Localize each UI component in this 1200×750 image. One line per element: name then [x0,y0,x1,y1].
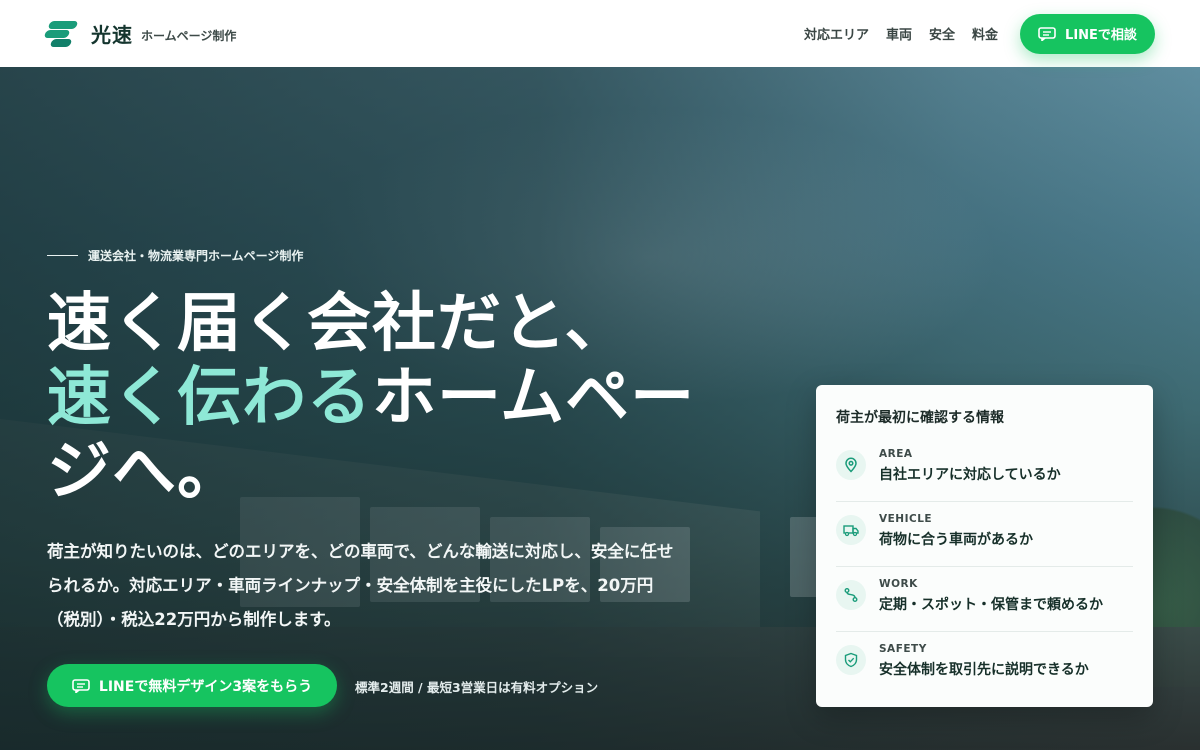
lead-line-3: （税別）・税込22万円から制作します。 [47,610,341,629]
chat-icon [1038,26,1056,41]
card-row-area: AREA 自社エリアに対応しているか [836,437,1133,502]
line-consult-label: LINEで相談 [1065,28,1137,43]
chat-icon [72,678,90,693]
card-title: 荷主が最初に確認する情報 [836,410,1004,426]
map-pin-icon [836,450,866,480]
truck-icon [836,515,866,545]
hero-lead: 荷主が知りたいのは、どのエリアを、どの車両で、どんな輸送に対応し、安全に任せ ら… [47,535,737,637]
row-text: 荷物に合う車両があるか [879,532,1033,548]
free-design-line-button[interactable]: LINEで無料デザイン3案をもらう [47,664,337,707]
main-nav: 対応エリア 車両 安全 料金 LINEで相談 [804,13,1155,54]
route-icon [836,580,866,610]
nav-item-safety[interactable]: 安全 [929,24,955,43]
shipper-checklist-card: 荷主が最初に確認する情報 AREA 自社エリアに対応しているか VEHICLE … [816,385,1153,707]
hero-headline: 速く届く会社だと、 速く伝わるホームペー ジへ。 [47,287,767,509]
nav-item-vehicles[interactable]: 車両 [886,24,912,43]
logo-mark-icon [43,19,79,49]
card-row-vehicle: VEHICLE 荷物に合う車両があるか [836,502,1133,567]
card-row-safety: SAFETY 安全体制を取引先に説明できるか [836,632,1133,697]
delivery-time-note: 標準2週間 / 最短3営業日は有料オプション [355,680,599,695]
hero-section: 運送会社・物流業専門ホームページ制作 速く届く会社だと、 速く伝わるホームペー … [0,67,1200,750]
headline-accent: 速く伝わる [47,361,372,435]
headline-line-1: 速く届く会社だと、 [47,287,630,361]
nav-item-pricing[interactable]: 料金 [972,24,998,43]
shield-check-icon [836,645,866,675]
row-label: VEHICLE [879,513,933,525]
row-label: AREA [879,448,913,460]
row-text: 安全体制を取引先に説明できるか [879,662,1089,678]
site-header: 光速 ホームページ制作 対応エリア 車両 安全 料金 LINEで相談 [0,0,1200,67]
headline-line-2-rest: ホームペー [372,361,696,435]
lead-line-1: 荷主が知りたいのは、どのエリアを、どの車両で、どんな輸送に対応し、安全に任せ [47,542,674,561]
brand-subtitle: ホームページ制作 [141,29,237,43]
lead-line-2: られるか。対応エリア・車両ラインナップ・安全体制を主役にしたLPを、20万円 [47,576,654,595]
row-label: SAFETY [879,643,927,655]
row-text: 定期・スポット・保管まで頼めるか [879,597,1103,613]
free-design-button-label: LINEで無料デザイン3案をもらう [98,678,313,695]
row-label: WORK [879,578,918,590]
eyebrow-rule [47,254,78,257]
brand-name: 光速 [91,23,133,47]
line-consult-button[interactable]: LINEで相談 [1020,13,1155,54]
nav-item-area[interactable]: 対応エリア [804,24,869,43]
eyebrow-text: 運送会社・物流業専門ホームページ制作 [88,249,304,263]
card-row-work: WORK 定期・スポット・保管まで頼めるか [836,567,1133,632]
row-text: 自社エリアに対応しているか [879,467,1061,483]
logo[interactable]: 光速 ホームページ制作 [43,19,237,49]
hero-eyebrow: 運送会社・物流業専門ホームページ制作 [47,247,303,264]
headline-line-3: ジへ。 [47,435,242,509]
